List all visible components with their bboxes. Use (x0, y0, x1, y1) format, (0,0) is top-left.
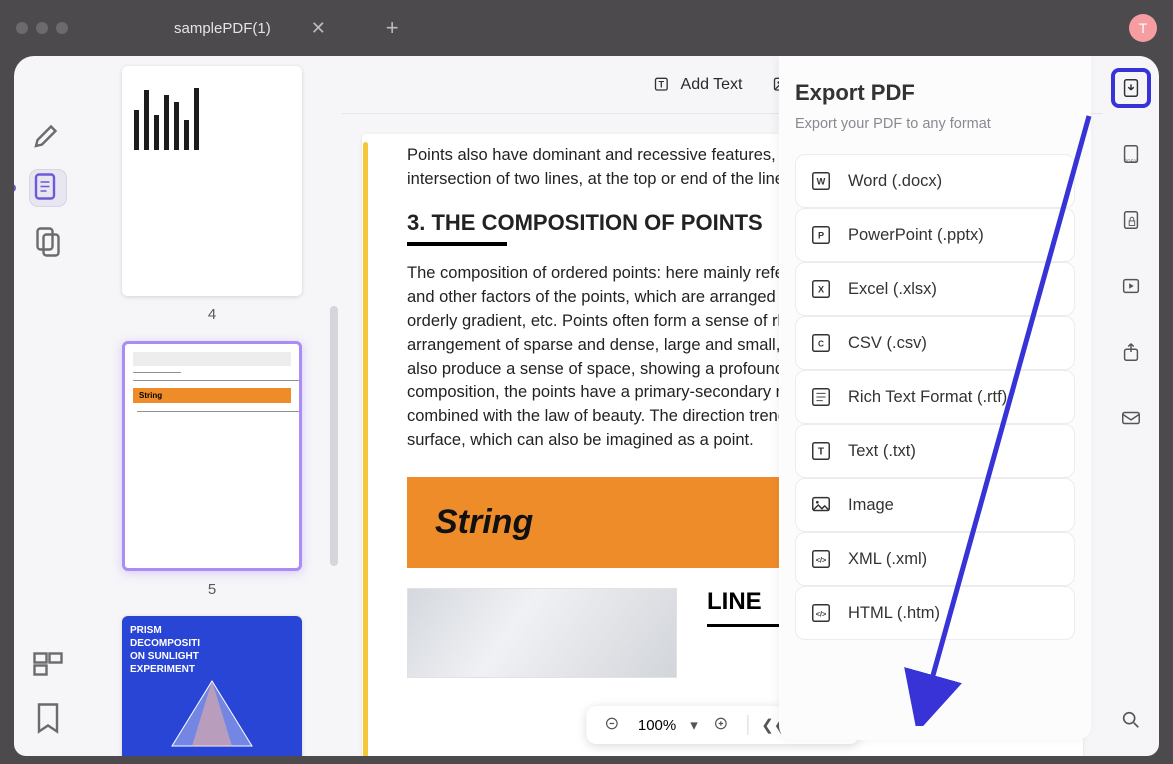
thumbnail-page-6[interactable]: PRISM DECOMPOSITI ON SUNLIGHT EXPERIMENT (94, 616, 330, 756)
export-item-label: Word (.docx) (848, 172, 942, 191)
avatar[interactable]: T (1129, 14, 1157, 42)
search-icon[interactable] (1111, 700, 1151, 740)
svg-text:</>: </> (816, 610, 827, 619)
mail-icon[interactable] (1111, 398, 1151, 438)
thumb-6-line: ON SUNLIGHT (130, 650, 294, 663)
export-item-label: HTML (.htm) (848, 604, 940, 623)
export-item-label: XML (.xml) (848, 550, 927, 569)
txt-icon: T (810, 440, 832, 462)
export-item-csv[interactable]: C CSV (.csv) (795, 316, 1075, 370)
csv-icon: C (810, 332, 832, 354)
zoom-level: 100% (638, 717, 676, 734)
document-tab[interactable]: samplePDF(1) ✕ (158, 10, 366, 47)
thumbnail-page-5[interactable]: ▬▬▬▬▬▬▬▬▬▬▬▬▬▬▬▬ ▬▬▬▬▬▬▬▬▬▬▬▬▬▬▬▬▬▬▬▬▬▬▬… (94, 341, 330, 598)
encrypt-icon[interactable] (1111, 200, 1151, 240)
maximize-window[interactable] (56, 22, 68, 34)
export-panel: Export PDF Export your PDF to any format… (779, 56, 1091, 740)
export-item-word[interactable]: W Word (.docx) (795, 154, 1075, 208)
add-text-button[interactable]: T Add Text (653, 75, 743, 95)
share-icon[interactable] (1111, 332, 1151, 372)
export-title: Export PDF (795, 80, 1075, 106)
bookmark-tool-icon[interactable] (30, 700, 66, 736)
export-pdf-icon[interactable] (1111, 68, 1151, 108)
thumb-6-line: EXPERIMENT (130, 663, 294, 676)
line-image (407, 588, 677, 678)
close-window[interactable] (16, 22, 28, 34)
svg-text:X: X (818, 285, 825, 295)
new-tab-button[interactable]: + (386, 15, 399, 41)
pdfa-icon[interactable]: PDF/A (1111, 134, 1151, 174)
svg-text:PDF/A: PDF/A (1124, 158, 1138, 163)
thumbnail-number: 4 (208, 306, 216, 323)
tab-title: samplePDF(1) (174, 20, 271, 37)
thumb-5-string: String (133, 388, 291, 403)
svg-text:C: C (818, 340, 824, 349)
svg-text:P: P (818, 231, 824, 241)
rtf-icon (810, 386, 832, 408)
export-item-label: Excel (.xlsx) (848, 280, 937, 299)
svg-text:W: W (817, 177, 826, 187)
thumbnail-number: 5 (208, 581, 216, 598)
slideshow-icon[interactable] (1111, 266, 1151, 306)
export-item-label: Text (.txt) (848, 442, 916, 461)
app-body: ▬▬▬▬▬▬ ▬▬▬▬ ▬▬▬▬▬▬▬ ▬▬▬▬▬ ▬▬▬ ▬▬▬▬▬ ▬▬▬▬… (14, 56, 1159, 756)
close-icon[interactable]: ✕ (311, 18, 326, 39)
thumbnail-page-4[interactable]: ▬▬▬▬▬▬ ▬▬▬▬ ▬▬▬▬▬▬▬ ▬▬▬▬▬ ▬▬▬ ▬▬▬▬▬ ▬▬▬▬… (94, 66, 330, 323)
htm-icon: </> (810, 602, 832, 624)
export-item-txt[interactable]: T Text (.txt) (795, 424, 1075, 478)
thumbnails-tool-icon[interactable] (30, 170, 66, 206)
xls-icon: X (810, 278, 832, 300)
ppt-icon: P (810, 224, 832, 246)
export-item-rtf[interactable]: Rich Text Format (.rtf) (795, 370, 1075, 424)
window-chrome: samplePDF(1) ✕ + T (0, 0, 1173, 56)
svg-text:</>: </> (816, 556, 827, 565)
export-item-img[interactable]: Image (795, 478, 1075, 532)
highlighter-tool-icon[interactable] (30, 116, 66, 152)
export-item-label: CSV (.csv) (848, 334, 927, 353)
export-item-label: Image (848, 496, 894, 515)
string-text: String (435, 503, 533, 541)
xml-icon: </> (810, 548, 832, 570)
window-controls (16, 22, 68, 34)
rule (407, 242, 507, 246)
thumb-6-line: DECOMPOSITI (130, 637, 294, 650)
export-item-label: PowerPoint (.pptx) (848, 226, 984, 245)
export-subtitle: Export your PDF to any format (795, 116, 1075, 132)
right-toolbar: PDF/A (1103, 56, 1159, 756)
export-item-ppt[interactable]: P PowerPoint (.pptx) (795, 208, 1075, 262)
add-text-label: Add Text (681, 76, 743, 94)
export-item-xls[interactable]: X Excel (.xlsx) (795, 262, 1075, 316)
thumbnail-scrollbar[interactable] (330, 306, 338, 566)
word-icon: W (810, 170, 832, 192)
zoom-dropdown-icon[interactable]: ▾ (690, 716, 698, 734)
zoom-out-icon[interactable] (602, 714, 624, 736)
left-toolbar (14, 56, 82, 756)
minimize-window[interactable] (36, 22, 48, 34)
form-tool-icon[interactable] (30, 646, 66, 682)
svg-text:T: T (818, 447, 825, 458)
export-item-label: Rich Text Format (.rtf) (848, 388, 1007, 407)
export-item-htm[interactable]: </> HTML (.htm) (795, 586, 1075, 640)
img-icon (810, 494, 832, 516)
thumbnail-panel: ▬▬▬▬▬▬ ▬▬▬▬ ▬▬▬▬▬▬▬ ▬▬▬▬▬ ▬▬▬ ▬▬▬▬▬ ▬▬▬▬… (82, 56, 342, 756)
thumb-6-line: PRISM (130, 624, 294, 637)
copy-tool-icon[interactable] (30, 224, 66, 260)
export-item-xml[interactable]: </> XML (.xml) (795, 532, 1075, 586)
zoom-in-icon[interactable] (712, 714, 734, 736)
svg-text:T: T (658, 79, 664, 89)
